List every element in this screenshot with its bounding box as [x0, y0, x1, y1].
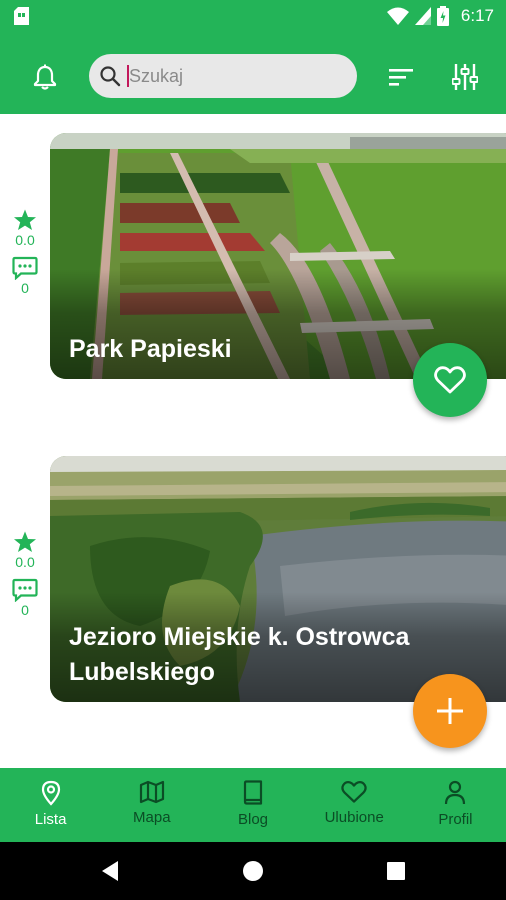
map-pin-icon: [41, 780, 60, 806]
place-comments-count: 0: [21, 602, 29, 618]
nav-label: Ulubione: [324, 809, 384, 826]
place-stats: 0.0 0: [0, 208, 50, 296]
wifi-icon: [386, 7, 409, 25]
app-bar: [0, 32, 506, 114]
place-stats: 0.0 0: [0, 530, 50, 618]
sort-button[interactable]: [386, 64, 416, 90]
bottom-navigation: Lista Mapa Blog Ulubione Profil: [0, 768, 506, 842]
nav-item-mapa[interactable]: Mapa: [101, 768, 202, 842]
place-card[interactable]: Jezioro Miejskie k. Ostrowca Lubelskiego: [50, 456, 506, 702]
signal-icon: [414, 7, 431, 25]
star-icon: [14, 209, 36, 230]
system-navigation-bar: [0, 842, 506, 900]
sliders-icon: [452, 64, 478, 90]
comment-icon: [12, 256, 38, 280]
clock: 6:17: [460, 6, 494, 25]
notifications-button[interactable]: [30, 62, 60, 92]
back-button[interactable]: [98, 859, 122, 883]
place-card[interactable]: Park Papieski: [50, 133, 506, 379]
favorite-button[interactable]: [413, 343, 487, 417]
person-icon: [445, 780, 466, 805]
nav-label: Profil: [438, 811, 473, 828]
back-icon: [102, 861, 118, 881]
nav-label: Mapa: [133, 809, 171, 826]
nav-item-lista[interactable]: Lista: [0, 768, 101, 842]
book-icon: [243, 780, 263, 805]
heart-outline-icon: [434, 366, 466, 394]
sort-icon: [389, 69, 413, 86]
place-title: Park Papieski: [69, 335, 232, 363]
nav-label: Blog: [237, 811, 269, 828]
plus-icon: [437, 698, 463, 724]
battery-icon: [436, 6, 449, 26]
places-list[interactable]: 0.0 0 Park Papieski 0.0 0 Jezioro Miejsk…: [0, 114, 506, 768]
recents-icon: [387, 862, 405, 880]
comment-icon: [12, 578, 38, 602]
home-icon: [243, 861, 263, 881]
nav-item-profil[interactable]: Profil: [405, 768, 506, 842]
home-button[interactable]: [241, 859, 265, 883]
star-icon: [14, 531, 36, 552]
search-input[interactable]: [129, 65, 329, 87]
place-comments-count: 0: [21, 280, 29, 296]
add-place-button[interactable]: [413, 674, 487, 748]
sim-card-icon: [14, 7, 29, 25]
nav-item-ulubione[interactable]: Ulubione: [304, 768, 405, 842]
filter-button[interactable]: [450, 62, 480, 92]
bell-icon: [33, 64, 57, 90]
recents-button[interactable]: [384, 859, 408, 883]
search-bar[interactable]: [89, 54, 357, 98]
nav-label: Lista: [34, 811, 67, 828]
nav-item-blog[interactable]: Blog: [202, 768, 303, 842]
status-bar: 6:17: [0, 0, 506, 32]
place-rating: 0.0: [15, 232, 35, 248]
search-icon: [100, 66, 121, 87]
place-title: Jezioro Miejskie k. Ostrowca Lubelskiego: [69, 623, 410, 686]
place-rating: 0.0: [15, 554, 35, 570]
map-icon: [139, 780, 164, 804]
heart-icon: [341, 781, 367, 803]
